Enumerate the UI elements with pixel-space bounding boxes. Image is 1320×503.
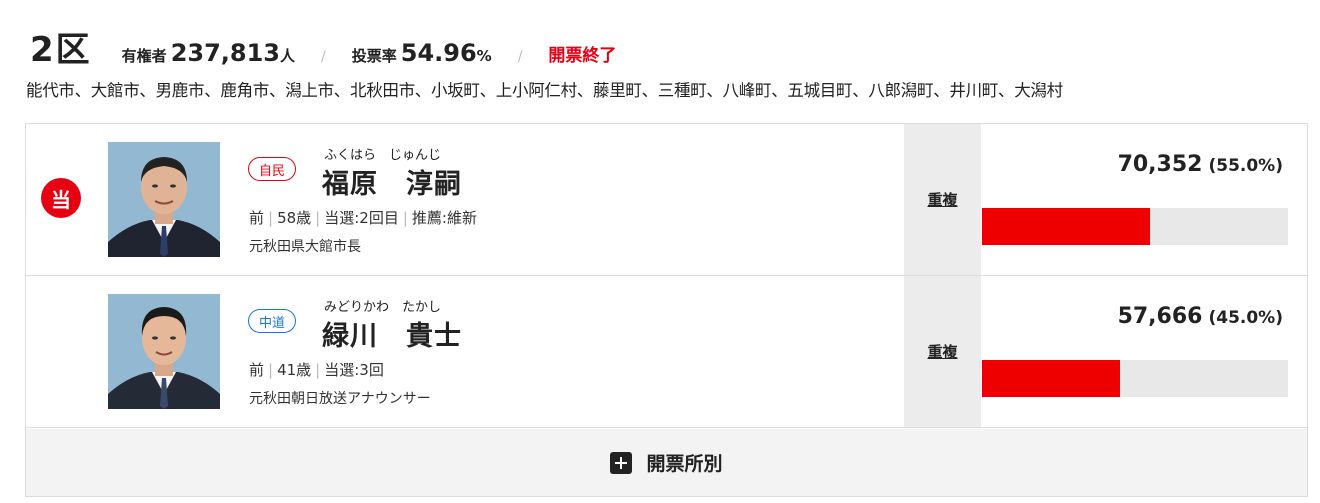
candidate-info: 前 | 41歳 | 当選:3回 xyxy=(249,361,384,379)
district-header: 2区 有権者 237,813 人 / 投票率 54.96 % / 開票終了 xyxy=(30,22,616,70)
vote-count: 70,352 (55.0%) xyxy=(1118,152,1283,177)
candidate-age: 58歳 xyxy=(277,209,312,227)
results-table: 当 自民 ふくはら じゅんじ 福原 淳嗣 前 | 58歳 | 当選:2回目 | 推薦:維新 … xyxy=(25,123,1308,497)
vote-number: 57,666 xyxy=(1117,304,1203,329)
district-name: 2区 xyxy=(30,30,92,70)
district-areas: 能代市、大館市、男鹿市、鹿角市、潟上市、北秋田市、小坂町、上小阿仁村、藤里町、三… xyxy=(26,81,1063,100)
plus-square-icon xyxy=(610,451,633,474)
vote-bar-fill xyxy=(982,360,1120,397)
elected-badge: 当 xyxy=(41,178,81,218)
divider: / xyxy=(321,49,326,65)
electorate-unit: 人 xyxy=(280,47,296,65)
candidate-kana: ふくはら じゅんじ xyxy=(324,148,442,163)
duplicate-cell: 重複 xyxy=(904,124,981,275)
electorate-value: 237,813 xyxy=(170,39,280,67)
candidate-photo xyxy=(108,294,220,409)
divider: / xyxy=(517,49,523,65)
duplicate-cell: 重複 xyxy=(904,276,981,427)
duplicate-link[interactable]: 重複 xyxy=(927,189,957,210)
candidate-row: 中道 みどりかわ たかし 緑川 貴士 前 | 41歳 | 当選:3回 元秋田朝日放送アナ… xyxy=(26,276,1307,428)
polling-station-label: 開票所別 xyxy=(646,453,723,475)
vote-bar xyxy=(982,208,1288,245)
candidate-name: 緑川 貴士 xyxy=(322,321,462,352)
polling-station-button[interactable]: 開票所別 xyxy=(26,429,1307,496)
vote-bar-fill xyxy=(982,208,1151,245)
vote-count: 57,666 (45.0%) xyxy=(1118,304,1283,329)
electorate-label: 有権者 xyxy=(121,47,167,65)
incumbent-status: 前 xyxy=(249,209,265,227)
candidate-career: 元秋田朝日放送アナウンサー xyxy=(249,391,431,407)
turnout-unit: % xyxy=(476,47,492,65)
candidate-terms: 当選:2回目 xyxy=(324,209,399,227)
candidate-terms: 当選:3回 xyxy=(324,361,384,379)
candidate-photo xyxy=(108,142,220,257)
vote-percent: (55.0%) xyxy=(1208,156,1283,176)
turnout-label: 投票率 xyxy=(351,47,397,65)
vote-percent: (45.0%) xyxy=(1208,308,1283,328)
vote-number: 70,352 xyxy=(1117,152,1203,177)
party-badge: 自民 xyxy=(248,157,297,181)
candidate-row: 当 自民 ふくはら じゅんじ 福原 淳嗣 前 | 58歳 | 当選:2回目 | 推薦:維新 … xyxy=(26,124,1307,276)
candidate-career: 元秋田県大館市長 xyxy=(249,239,361,255)
candidate-name: 福原 淳嗣 xyxy=(322,169,462,200)
count-status: 開票終了 xyxy=(548,46,617,66)
turnout-value: 54.96 xyxy=(400,39,477,67)
incumbent-status: 前 xyxy=(249,361,265,379)
candidate-info: 前 | 58歳 | 当選:2回目 | 推薦:維新 xyxy=(249,209,477,227)
candidate-endorsement: 推薦:維新 xyxy=(411,209,477,227)
duplicate-link[interactable]: 重複 xyxy=(927,341,957,362)
candidate-kana: みどりかわ たかし xyxy=(324,300,442,315)
candidate-age: 41歳 xyxy=(277,361,312,379)
vote-bar xyxy=(982,360,1288,397)
party-badge: 中道 xyxy=(248,309,297,333)
